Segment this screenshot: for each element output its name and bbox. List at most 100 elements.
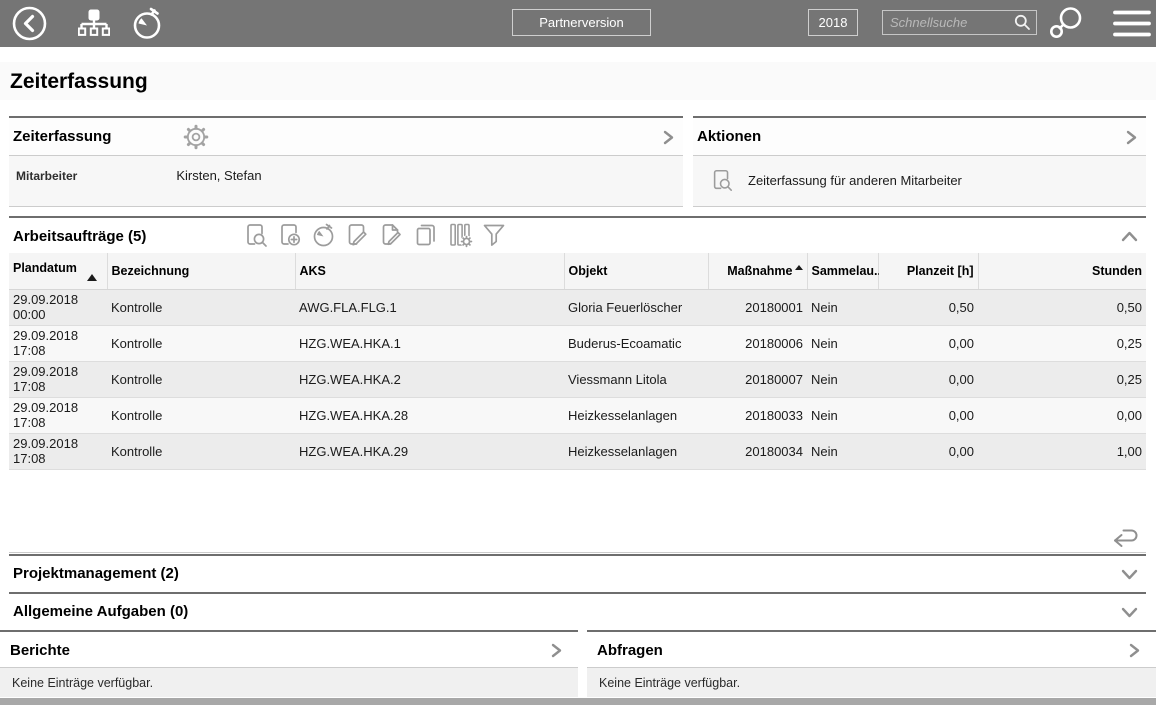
mitarbeiter-label: Mitarbeiter [16, 168, 173, 183]
table-footer [9, 470, 1146, 552]
berichte-empty-text: Keine Einträge verfügbar. [0, 668, 578, 697]
column-header[interactable]: Maßnahme [708, 253, 807, 289]
table-cell: Kontrolle [107, 289, 295, 325]
copy-button[interactable] [413, 222, 439, 248]
abfragen-open-button[interactable] [1127, 643, 1141, 658]
table-row[interactable]: 29.09.2018 17:08KontrolleHZG.WEA.HKA.28H… [9, 397, 1146, 433]
table-cell: Nein [807, 433, 878, 469]
column-header[interactable]: Stunden [978, 253, 1146, 289]
table-cell: 0,25 [978, 361, 1146, 397]
table-cell: HZG.WEA.HKA.28 [295, 397, 564, 433]
allgemeine-aufgaben-section[interactable]: Allgemeine Aufgaben (0) [9, 592, 1146, 629]
record-view-button[interactable] [243, 222, 269, 248]
aktionen-panel: Aktionen Zeiterfassung für anderen Mitar… [693, 116, 1146, 207]
return-button[interactable] [1110, 524, 1140, 548]
table-cell: AWG.FLA.FLG.1 [295, 289, 564, 325]
table-cell: 0,00 [878, 397, 978, 433]
record-edit-button[interactable] [345, 222, 371, 248]
top-bar: Partnerversion 2018 [0, 0, 1156, 47]
column-header[interactable]: Planzeit [h] [878, 253, 978, 289]
table-header-row: Plandatum Bezeichnung AKS Objekt Maßnahme Sam… [9, 253, 1146, 289]
arbeitsauftraege-toolbar [243, 222, 507, 248]
page-title: Zeiterfassung [0, 62, 1156, 101]
column-header[interactable]: Plandatum [9, 253, 107, 289]
column-header-label: AKS [300, 264, 326, 278]
table-cell: Kontrolle [107, 397, 295, 433]
table-cell: 0,00 [878, 361, 978, 397]
table-cell: 0,50 [978, 289, 1146, 325]
berichte-open-button[interactable] [549, 643, 563, 658]
menu-button[interactable] [1113, 9, 1151, 38]
table-cell: 29.09.2018 17:08 [9, 433, 107, 469]
column-header-label: Objekt [569, 264, 608, 278]
arbeitsauftraege-title: Arbeitsaufträge (5) [13, 218, 146, 255]
column-header[interactable]: Sammelau... [807, 253, 878, 289]
zeiterfassung-panel-header[interactable]: Zeiterfassung [9, 118, 683, 156]
sitemap-button[interactable] [78, 8, 110, 39]
aktionen-open-button[interactable] [1124, 130, 1138, 145]
arbeitsauftraege-table: Plandatum Bezeichnung AKS Objekt Maßnahme Sam… [9, 253, 1146, 470]
settings-button[interactable] [183, 124, 209, 150]
zeiterfassung-open-button[interactable] [661, 130, 675, 145]
arbeitsauftraege-collapse-button[interactable] [1121, 230, 1138, 242]
chevron-right-icon [1127, 643, 1141, 658]
copy-icon [413, 222, 439, 248]
table-cell: HZG.WEA.HKA.1 [295, 325, 564, 361]
action-label: Zeiterfassung für anderen Mitarbeiter [748, 173, 962, 188]
table-cell: Nein [807, 325, 878, 361]
column-header-label: Maßnahme [727, 264, 792, 278]
table-row[interactable]: 29.09.2018 17:08KontrolleHZG.WEA.HKA.29H… [9, 433, 1146, 469]
quick-search-box[interactable] [882, 10, 1037, 35]
filter-button[interactable] [481, 222, 507, 248]
table-cell: Buderus-Ecoamatic [564, 325, 708, 361]
column-header-label: Plandatum [13, 261, 77, 275]
table-cell: Nein [807, 289, 878, 325]
arbeitsauftraege-section: Arbeitsaufträge (5) [9, 216, 1146, 553]
projektmanagement-section[interactable]: Projektmanagement (2) [9, 554, 1146, 591]
quick-search-input[interactable] [883, 15, 1014, 30]
record-add-button[interactable] [277, 222, 303, 248]
table-row[interactable]: 29.09.2018 17:08KontrolleHZG.WEA.HKA.1Bu… [9, 325, 1146, 361]
abfragen-panel: Abfragen Keine Einträge verfügbar. [587, 630, 1156, 698]
table-cell: 20180006 [708, 325, 807, 361]
table-row[interactable]: 29.09.2018 17:08KontrolleHZG.WEA.HKA.2Vi… [9, 361, 1146, 397]
filter-icon [481, 222, 507, 248]
gear-icon [183, 124, 209, 150]
aktionen-panel-header[interactable]: Aktionen [693, 118, 1146, 156]
berichte-panel: Berichte Keine Einträge verfügbar. [0, 630, 578, 698]
projektmanagement-title: Projektmanagement (2) [13, 556, 179, 592]
projektmanagement-expand-button[interactable] [1121, 569, 1138, 581]
table-cell: Nein [807, 397, 878, 433]
chevron-down-icon [1121, 569, 1138, 581]
table-cell: 1,00 [978, 433, 1146, 469]
column-settings-button[interactable] [447, 222, 473, 248]
record-batch-edit-button[interactable] [379, 222, 405, 248]
column-header[interactable]: Objekt [564, 253, 708, 289]
abfragen-empty-text: Keine Einträge verfügbar. [587, 668, 1156, 697]
stopwatch-tool-button[interactable] [311, 222, 337, 248]
advanced-search-button[interactable] [1047, 6, 1084, 41]
stopwatch-button[interactable] [130, 6, 165, 41]
year-button[interactable]: 2018 [808, 9, 858, 36]
partnerversion-button[interactable]: Partnerversion [512, 9, 651, 36]
table-row[interactable]: 29.09.2018 00:00KontrolleAWG.FLA.FLG.1Gl… [9, 289, 1146, 325]
table-cell: Heizkesselanlagen [564, 397, 708, 433]
table-cell: HZG.WEA.HKA.2 [295, 361, 564, 397]
bottom-edge-strip [0, 698, 1156, 705]
table-cell: 29.09.2018 00:00 [9, 289, 107, 325]
stopwatch-icon [130, 6, 165, 41]
back-button[interactable] [11, 5, 48, 42]
column-header[interactable]: Bezeichnung [107, 253, 295, 289]
table-cell: 20180007 [708, 361, 807, 397]
berichte-header[interactable]: Berichte [0, 632, 578, 668]
abfragen-header[interactable]: Abfragen [587, 632, 1156, 668]
advanced-search-icon [1047, 6, 1084, 41]
column-header[interactable]: AKS [295, 253, 564, 289]
search-icon[interactable] [1014, 14, 1036, 31]
chevron-right-icon [661, 130, 675, 145]
chevron-down-icon [1121, 607, 1138, 619]
allgemeine-aufgaben-expand-button[interactable] [1121, 607, 1138, 619]
action-zeiterfassung-anderer-mitarbeiter[interactable]: Zeiterfassung für anderen Mitarbeiter [693, 156, 1146, 193]
zeiterfassung-panel: Zeiterfassung Mitar [9, 116, 683, 207]
stopwatch-icon [311, 222, 337, 248]
